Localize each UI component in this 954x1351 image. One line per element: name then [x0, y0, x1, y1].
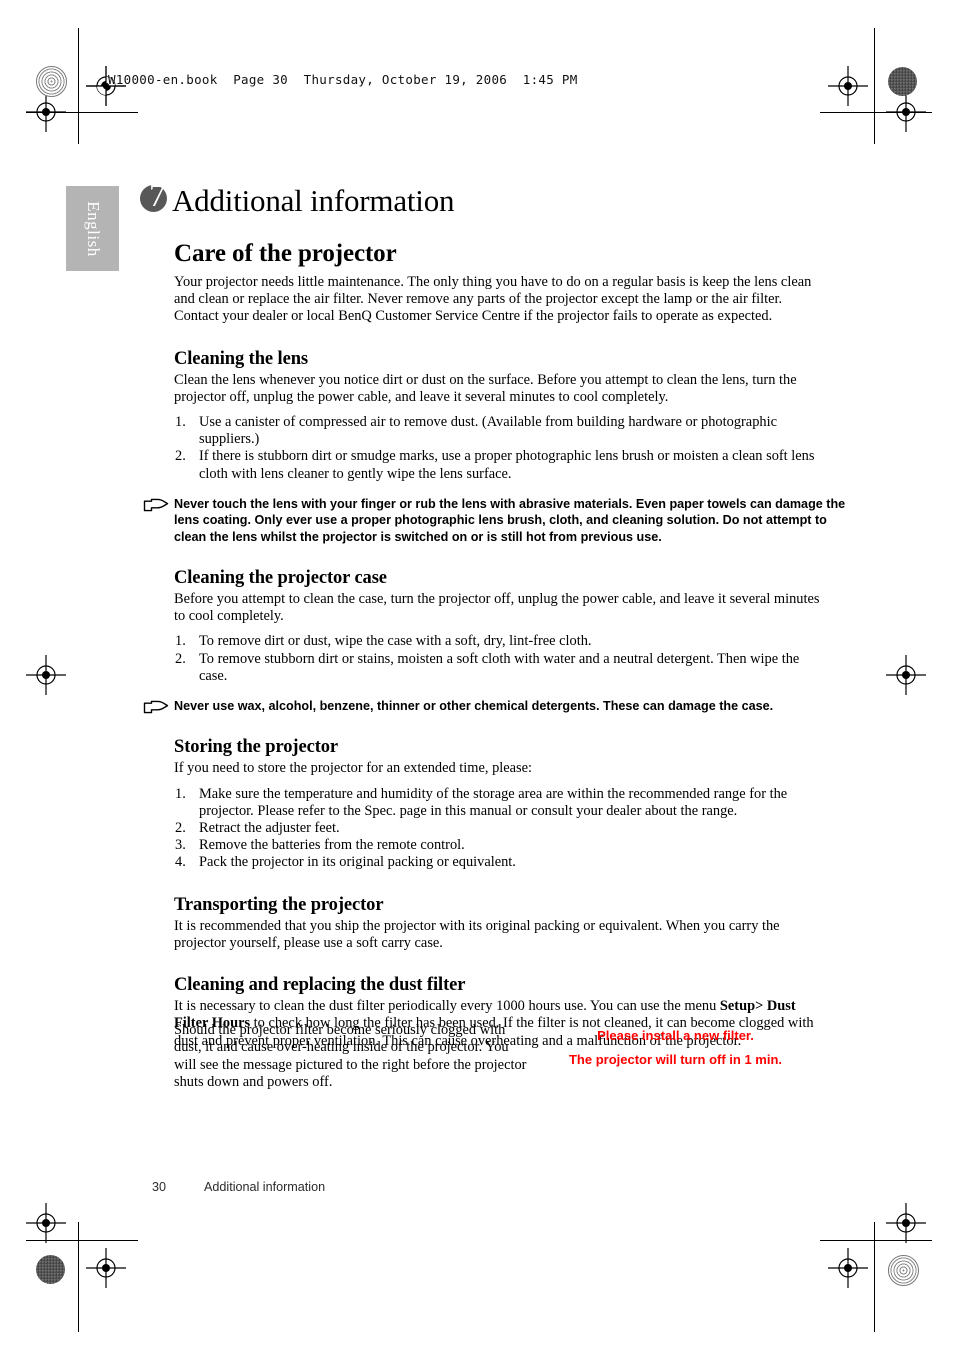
list-item: 4. Pack the projector in its original pa…: [174, 854, 822, 871]
list-item-number: 2.: [175, 820, 186, 837]
list-item-text: Pack the projector in its original packi…: [199, 854, 516, 871]
list-item: 2. Retract the adjuster feet.: [174, 820, 822, 837]
language-side-tab-label: English: [83, 200, 103, 257]
footer-page-number: 30: [152, 1180, 167, 1194]
case-intro-paragraph: Before you attempt to clean the case, tu…: [174, 591, 820, 625]
list-item: 1. Use a canister of compressed air to r…: [174, 414, 822, 448]
note-lens-warning: Never touch the lens with your finger or…: [140, 496, 856, 545]
list-item-text: To remove dirt or dust, wipe the case wi…: [199, 633, 592, 650]
list-item-text: If there is stubborn dirt or smudge mark…: [199, 448, 815, 482]
chapter-header: 7 Additional information: [140, 178, 455, 218]
list-item-number: 1.: [175, 414, 186, 431]
list-item-text: Retract the adjuster feet.: [199, 820, 340, 837]
chapter-number: 7: [149, 178, 166, 214]
osd-message-line-2: The projector will turn off in 1 min.: [568, 1052, 783, 1067]
list-item-number: 4.: [175, 854, 186, 871]
care-intro-paragraph: Your projector needs little maintenance.…: [174, 274, 812, 325]
case-steps-list: 1. To remove dirt or dust, wipe the case…: [174, 633, 822, 685]
footer-section-label: Additional information: [204, 1180, 326, 1194]
list-item-number: 1.: [175, 785, 186, 802]
osd-message-line-1: Please install a new filter.: [597, 1028, 754, 1043]
note-case-warning: Never use wax, alcohol, benzene, thinner…: [140, 698, 856, 714]
chapter-title: Additional information: [172, 182, 455, 218]
storing-steps-list: 1. Make sure the temperature and humidit…: [174, 786, 822, 872]
list-item-text: To remove stubborn dirt or stains, moist…: [199, 650, 800, 684]
list-item-text: Remove the batteries from the remote con…: [199, 837, 465, 854]
pointing-hand-icon: [143, 700, 169, 715]
note-lens-warning-text: Never touch the lens with your finger or…: [174, 496, 846, 544]
document-page: English 7 Additional information Care of…: [0, 0, 954, 1351]
page-title: Care of the projector: [174, 240, 397, 267]
list-item-text: Use a canister of compressed air to remo…: [199, 414, 777, 448]
heading-cleaning-replacing-dust-filter: Cleaning and replacing the dust filter: [174, 975, 466, 996]
clogged-filter-block: Should the projector filter become serio…: [174, 1022, 822, 1092]
list-item-text: Make sure the temperature and humidity o…: [199, 785, 788, 819]
list-item-number: 2.: [175, 650, 186, 667]
filter-paragraph-part1: It is necessary to clean the dust filter…: [174, 998, 720, 1015]
list-item: 1. To remove dirt or dust, wipe the case…: [174, 633, 822, 650]
storing-intro-paragraph: If you need to store the projector for a…: [174, 760, 533, 777]
pointing-hand-icon: [143, 498, 169, 513]
heading-cleaning-the-lens: Cleaning the lens: [174, 348, 308, 369]
language-side-tab: English: [66, 186, 119, 271]
list-item-number: 2.: [175, 448, 186, 465]
list-item-number: 3.: [175, 837, 186, 854]
page-footer: 30 Additional information: [152, 1180, 325, 1194]
heading-storing-the-projector: Storing the projector: [174, 737, 339, 758]
note-case-warning-text: Never use wax, alcohol, benzene, thinner…: [174, 699, 774, 714]
list-item: 2. If there is stubborn dirt or smudge m…: [174, 448, 822, 482]
heading-transporting-the-projector: Transporting the projector: [174, 894, 384, 915]
list-item: 2. To remove stubborn dirt or stains, mo…: [174, 651, 822, 685]
osd-warning-message: Please install a new filter. The project…: [529, 1022, 822, 1092]
transport-paragraph: It is recommended that you ship the proj…: [174, 917, 780, 951]
list-item: 1. Make sure the temperature and humidit…: [174, 786, 822, 820]
heading-cleaning-the-projector-case: Cleaning the projector case: [174, 568, 387, 589]
main-content-column: Your projector needs little maintenance.…: [143, 274, 845, 1050]
clogged-filter-paragraph: Should the projector filter become serio…: [174, 1022, 527, 1091]
lens-steps-list: 1. Use a canister of compressed air to r…: [174, 414, 822, 483]
list-item: 3. Remove the batteries from the remote …: [174, 837, 822, 854]
chapter-number-badge: 7: [140, 178, 174, 217]
lens-intro-paragraph: Clean the lens whenever you notice dirt …: [174, 371, 797, 405]
list-item-number: 1.: [175, 633, 186, 650]
